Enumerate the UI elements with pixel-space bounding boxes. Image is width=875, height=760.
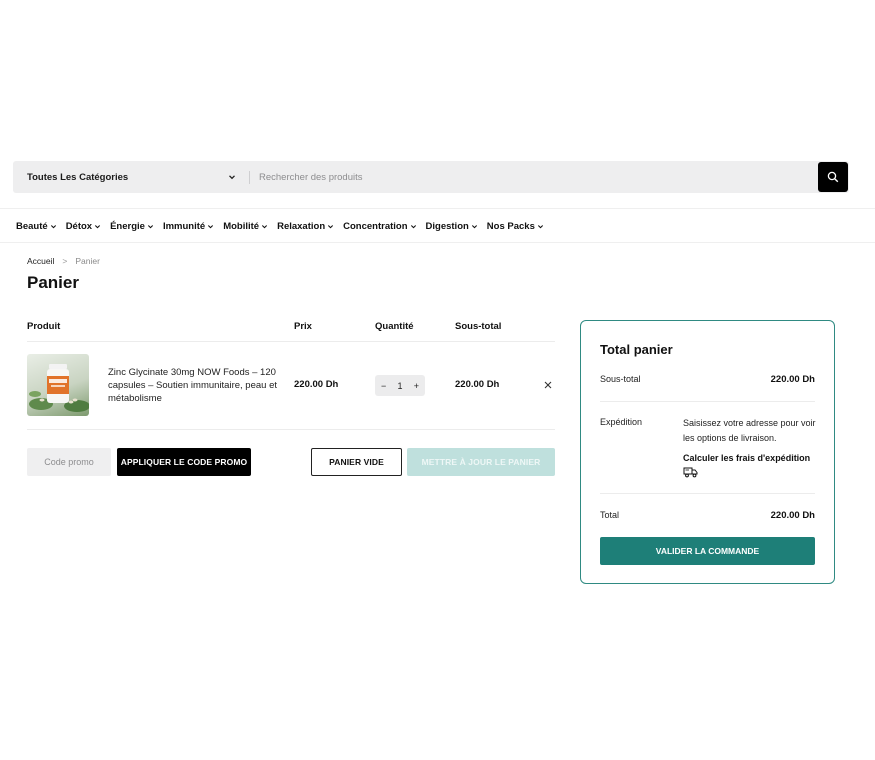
chevron-down-icon (537, 224, 543, 228)
nav-item-nos-packs[interactable]: Nos Packs (487, 221, 544, 232)
close-icon[interactable] (543, 380, 553, 390)
total-value: 220.00 Dh (770, 510, 815, 521)
quantity-increase-button[interactable]: + (414, 381, 419, 391)
breadcrumb-current: Panier (75, 256, 100, 266)
column-header-price: Prix (294, 321, 312, 332)
cart-totals-title: Total panier (600, 342, 673, 357)
main-nav: Beauté Détox Énergie Immunité Mobilité R… (16, 218, 553, 234)
category-select[interactable]: Toutes Les Catégories (13, 161, 249, 193)
chevron-down-icon (147, 224, 154, 228)
totals-divider (600, 493, 815, 494)
category-select-label: Toutes Les Catégories (27, 171, 129, 183)
search-divider (249, 171, 250, 184)
search-bar: Toutes Les Catégories (13, 161, 849, 193)
totals-divider (600, 401, 815, 402)
subtotal-value: 220.00 Dh (770, 374, 815, 385)
breadcrumb-home-link[interactable]: Accueil (27, 256, 54, 266)
shipping-info-text: Saisissez votre adresse pour voir les op… (683, 418, 816, 443)
column-header-product: Produit (27, 321, 61, 332)
product-subtotal: 220.00 Dh (455, 379, 500, 390)
chevron-down-icon (208, 224, 214, 228)
chevron-down-icon (328, 224, 334, 228)
chevron-down-icon (410, 224, 416, 228)
chevron-down-icon[interactable] (227, 172, 237, 182)
chevron-down-icon (262, 224, 268, 228)
subtotal-label: Sous-total (600, 374, 641, 384)
product-name-link[interactable]: Zinc Glycinate 30mg NOW Foods – 120 caps… (108, 366, 280, 405)
page-title: Panier (27, 273, 79, 292)
chevron-down-icon (95, 224, 101, 228)
calculate-shipping-link[interactable]: Calculer les frais d'expédition (683, 453, 810, 463)
product-thumbnail[interactable] (27, 354, 89, 416)
quantity-decrease-button[interactable]: − (381, 381, 386, 391)
cart-totals-panel: Total panier Sous-total 220.00 Dh Expédi… (580, 320, 835, 584)
nav-item-energie[interactable]: Énergie (110, 221, 154, 232)
table-header-divider (27, 341, 555, 342)
table-row-divider (27, 429, 555, 430)
chevron-down-icon (50, 224, 56, 228)
promo-code-input[interactable] (27, 448, 111, 476)
supplement-bottle-image (29, 364, 89, 412)
product-price: 220.00 Dh (294, 379, 339, 390)
empty-cart-button[interactable]: PANIER VIDE (311, 448, 402, 476)
nav-item-relaxation[interactable]: Relaxation (277, 221, 334, 232)
nav-top-divider (0, 208, 875, 209)
search-button[interactable] (818, 162, 848, 192)
shipping-label: Expédition (600, 417, 643, 427)
nav-item-concentration[interactable]: Concentration (343, 221, 416, 232)
chevron-down-icon (471, 224, 477, 228)
truck-icon (683, 467, 698, 478)
update-cart-button[interactable]: METTRE À JOUR LE PANIER (407, 448, 555, 476)
total-label: Total (600, 510, 620, 520)
search-icon (827, 171, 839, 183)
quantity-stepper: − 1 + (375, 375, 425, 396)
column-header-quantity: Quantité (375, 321, 414, 332)
nav-item-digestion[interactable]: Digestion (426, 221, 478, 232)
breadcrumb: Accueil > Panier (27, 256, 100, 266)
nav-bottom-divider (0, 242, 875, 243)
apply-promo-button[interactable]: APPLIQUER LE CODE PROMO (117, 448, 251, 476)
breadcrumb-separator: > (62, 256, 68, 266)
nav-item-immunite[interactable]: Immunité (163, 221, 214, 232)
column-header-subtotal: Sous-total (455, 321, 502, 332)
nav-item-mobilite[interactable]: Mobilité (223, 221, 268, 232)
search-input[interactable] (259, 161, 819, 193)
checkout-button[interactable]: VALIDER LA COMMANDE (600, 537, 815, 565)
nav-item-detox[interactable]: Détox (66, 221, 101, 232)
quantity-value[interactable]: 1 (397, 381, 402, 391)
nav-item-beaute[interactable]: Beauté (16, 221, 57, 232)
